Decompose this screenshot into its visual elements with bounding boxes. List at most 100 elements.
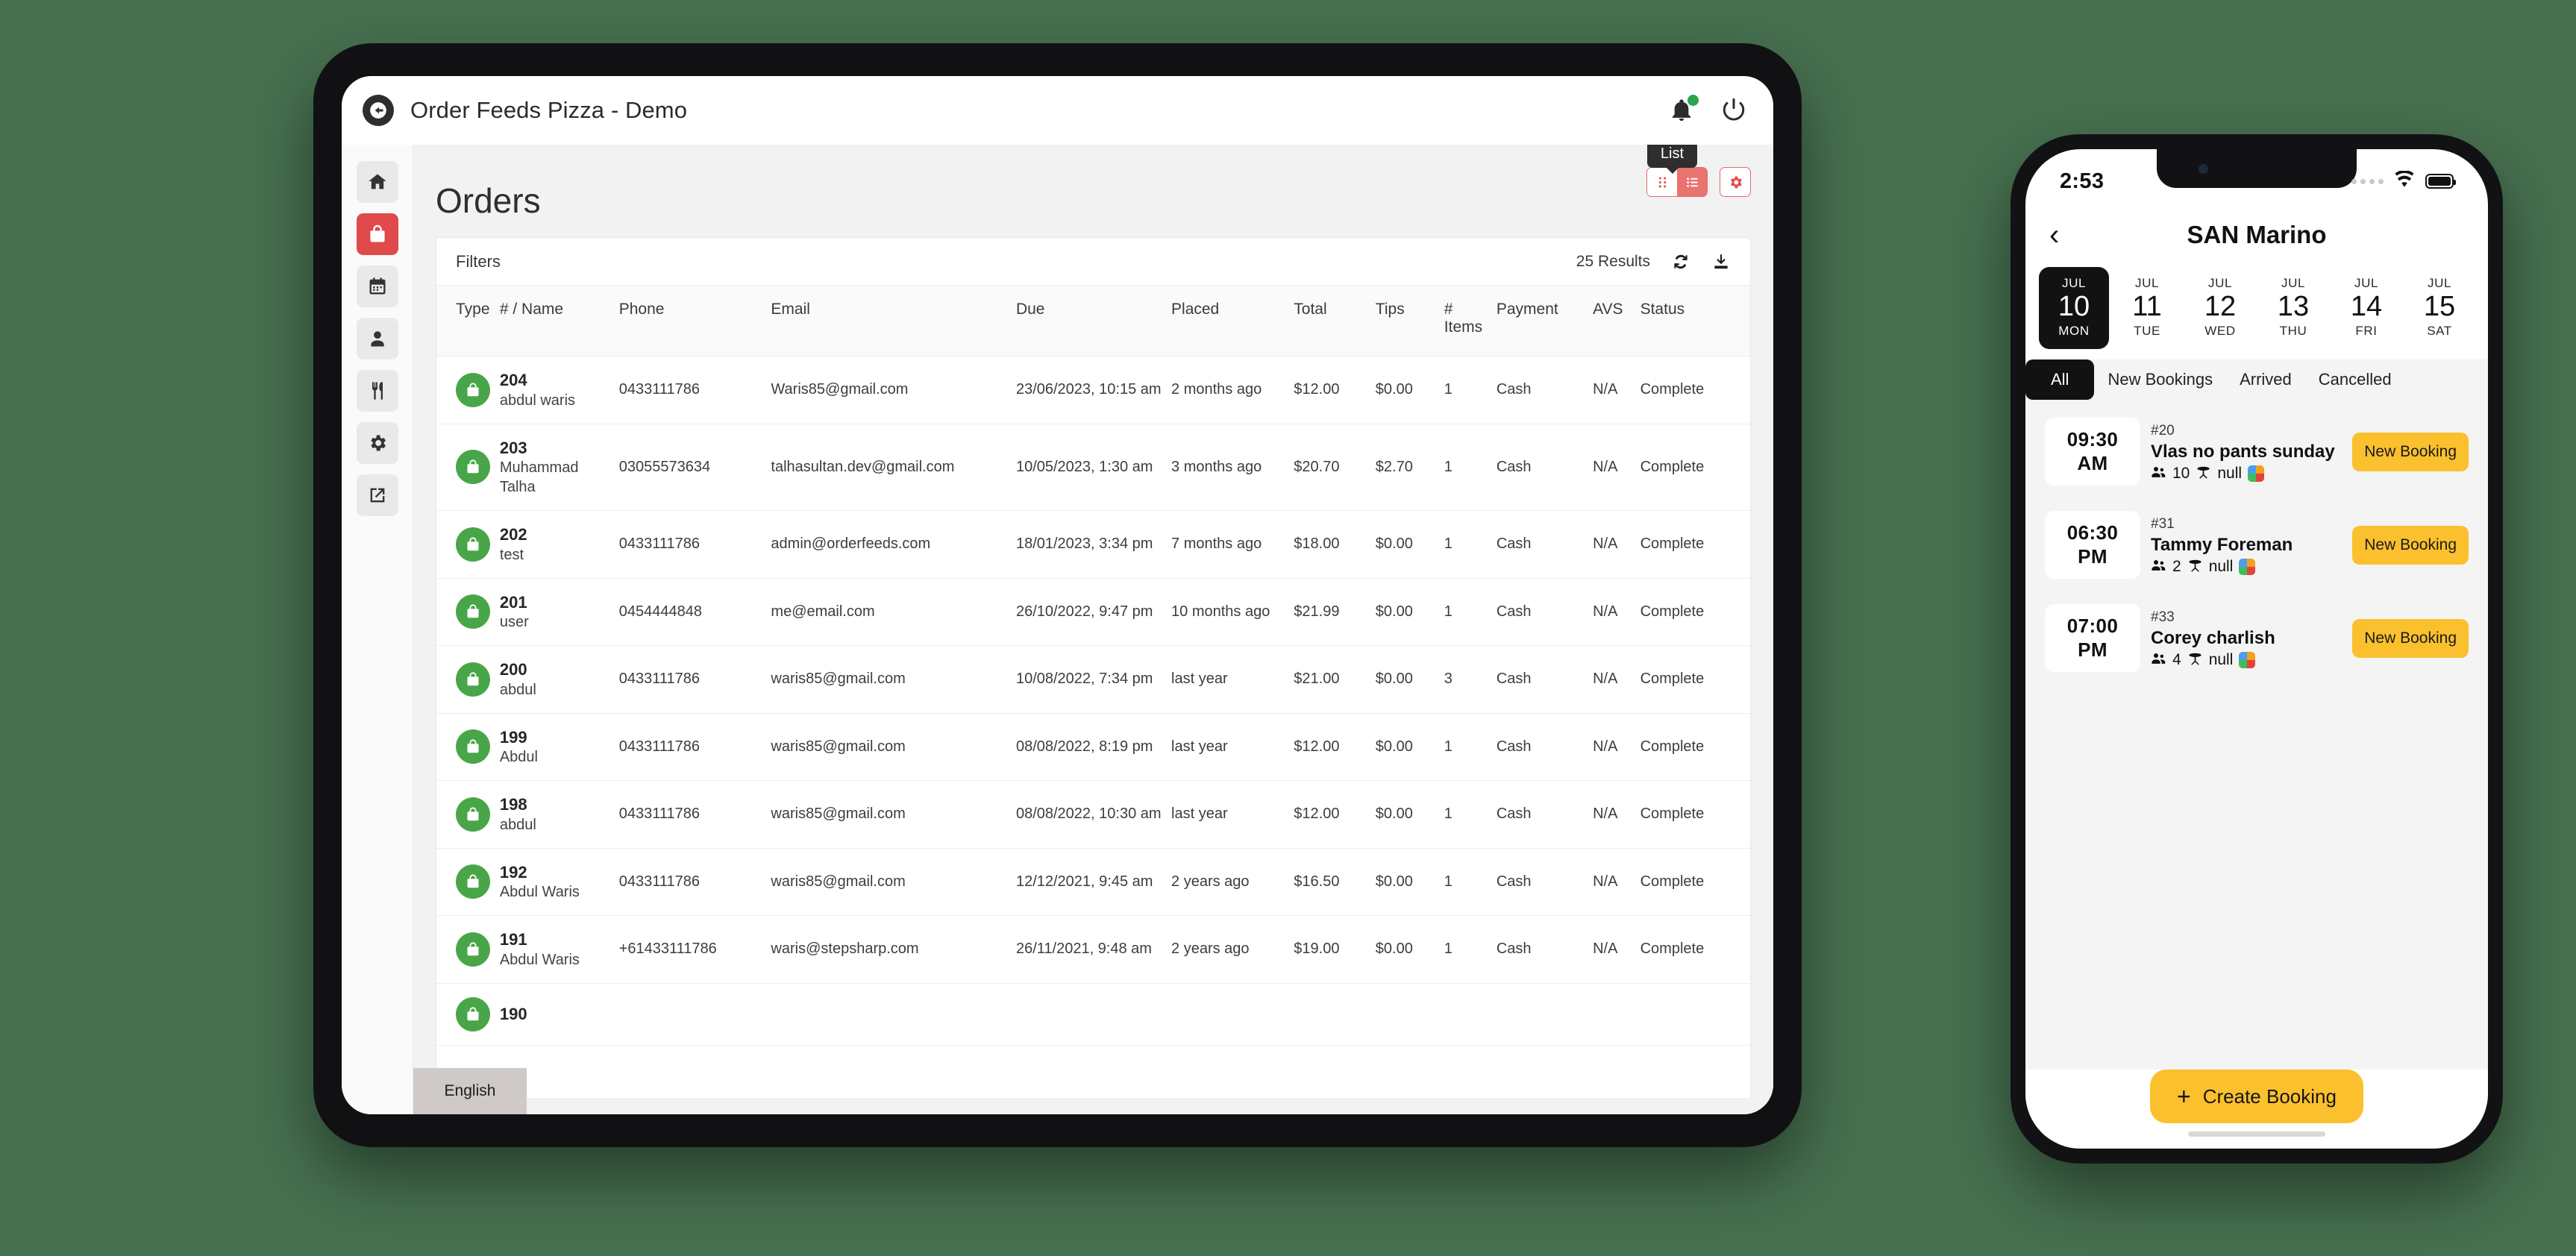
cell-placed: last year bbox=[1167, 645, 1290, 714]
booking-number: #31 bbox=[2151, 516, 2175, 533]
date-day: 13 bbox=[2277, 291, 2310, 323]
date-chip-14[interactable]: JUL 14 FRI bbox=[2331, 267, 2401, 349]
booking-status-button[interactable]: New Booking bbox=[2352, 432, 2469, 471]
date-month: JUL bbox=[2281, 276, 2306, 291]
date-chip-10[interactable]: JUL 10 MON bbox=[2039, 267, 2109, 349]
sidebar-item-customers[interactable] bbox=[356, 318, 398, 359]
sidebar-item-home[interactable] bbox=[356, 161, 398, 203]
column-name[interactable]: # / Name bbox=[495, 286, 615, 357]
cell-payment bbox=[1491, 983, 1589, 1046]
cell-status: Complete bbox=[1635, 780, 1750, 849]
cell-items: 1 bbox=[1439, 848, 1492, 916]
app-grid-icon bbox=[2239, 559, 2256, 576]
table-row[interactable]: 204 abdul waris 0433111786 Waris85@gmail.co… bbox=[436, 356, 1750, 424]
booking-status-button[interactable]: New Booking bbox=[2352, 618, 2469, 658]
bag-icon bbox=[456, 527, 490, 562]
tab-all[interactable]: All bbox=[2025, 359, 2095, 400]
tab-cancelled[interactable]: Cancelled bbox=[2305, 359, 2405, 400]
booking-time: 06:30 PM bbox=[2045, 511, 2140, 579]
booking-guest-name: Vlas no pants sunday bbox=[2151, 442, 2335, 462]
tab-arrived[interactable]: Arrived bbox=[2226, 359, 2305, 400]
panel-toolbar: Filters 25 Results bbox=[436, 238, 1750, 286]
table-row[interactable]: 199 Abdul 0433111786 waris85@gmail.com 08/08… bbox=[436, 713, 1750, 781]
table-row[interactable]: 192 Abdul Waris 0433111786 waris85@gmail.co… bbox=[436, 848, 1750, 916]
booking-card[interactable]: 07:00 PM #33 Corey charlish 4 null New Booking bbox=[2037, 597, 2476, 679]
table-row[interactable]: 198 abdul 0433111786 waris85@gmail.com 08/08… bbox=[436, 780, 1750, 849]
table-row[interactable]: 202 test 0433111786 admin@orderfeeds.com 18/… bbox=[436, 510, 1750, 579]
column-total[interactable]: Total bbox=[1289, 286, 1371, 357]
bag-icon bbox=[456, 864, 490, 899]
booking-details: #33 Corey charlish 4 null bbox=[2151, 604, 2342, 672]
cell-total: $19.00 bbox=[1289, 915, 1371, 984]
filters-button[interactable]: Filters bbox=[456, 252, 501, 271]
cell-status: Complete bbox=[1635, 713, 1750, 781]
table-row[interactable]: 190 bbox=[436, 983, 1750, 1046]
booking-meta: 4 null bbox=[2151, 651, 2342, 670]
date-day: 14 bbox=[2350, 291, 2383, 323]
bag-icon bbox=[456, 797, 490, 832]
bag-icon bbox=[456, 594, 490, 629]
sidebar-item-orders[interactable] bbox=[356, 213, 398, 255]
notification-bell-icon[interactable] bbox=[1669, 95, 1699, 125]
cell-type bbox=[436, 713, 495, 781]
table-settings-gear-icon[interactable] bbox=[1720, 167, 1751, 197]
download-icon[interactable] bbox=[1711, 252, 1731, 271]
create-booking-button[interactable]: + Create Booking bbox=[2150, 1070, 2363, 1123]
booking-details: #31 Tammy Foreman 2 null bbox=[2151, 511, 2342, 579]
cell-due: 08/08/2022, 8:19 pm bbox=[1011, 713, 1168, 781]
date-chip-11[interactable]: JUL 11 TUE bbox=[2112, 267, 2182, 349]
booking-card[interactable]: 06:30 PM #31 Tammy Foreman 2 null New Booking bbox=[2037, 503, 2476, 586]
list-view-icon[interactable] bbox=[1677, 168, 1707, 196]
table-row[interactable]: 200 abdul 0433111786 waris85@gmail.com 10/08… bbox=[436, 645, 1750, 714]
sidebar-item-settings[interactable] bbox=[356, 422, 398, 464]
table-row[interactable]: 201 user 0454444848 me@email.com 26/10/2022,… bbox=[436, 578, 1750, 646]
table-row[interactable]: 191 Abdul Waris +61433111786 waris@stepshar… bbox=[436, 915, 1750, 984]
power-icon[interactable] bbox=[1721, 96, 1746, 125]
booking-card[interactable]: 09:30 AM #20 Vlas no pants sunday 10 null New … bbox=[2037, 410, 2476, 493]
panel-toolbar-right: 25 Results bbox=[1576, 252, 1731, 271]
column-placed[interactable]: Placed bbox=[1167, 286, 1290, 357]
tablet-topbar: Order Feeds Pizza - Demo bbox=[342, 76, 1773, 145]
column-status[interactable]: Status bbox=[1635, 286, 1750, 357]
column-tips[interactable]: Tips bbox=[1370, 286, 1440, 357]
date-chip-15[interactable]: JUL 15 SAT bbox=[2404, 267, 2475, 349]
cell-due: 08/08/2022, 10:30 am bbox=[1011, 780, 1168, 849]
booking-status-button[interactable]: New Booking bbox=[2352, 525, 2469, 565]
sidebar-item-menu[interactable] bbox=[356, 370, 398, 412]
cell-phone: 03055573634 bbox=[614, 424, 767, 511]
cell-total: $12.00 bbox=[1289, 780, 1371, 849]
column-type[interactable]: Type bbox=[436, 286, 495, 357]
phone-statusbar: 2:53 bbox=[2025, 149, 2488, 203]
refresh-icon[interactable] bbox=[1671, 252, 1690, 271]
back-arrow-circle-icon[interactable] bbox=[363, 95, 394, 126]
language-tooltip[interactable]: English bbox=[413, 1068, 527, 1114]
date-month: JUL bbox=[2061, 276, 2087, 291]
booking-time-hhmm: 06:30 bbox=[2066, 521, 2119, 544]
home-indicator[interactable] bbox=[2188, 1131, 2325, 1137]
sidebar-nav bbox=[342, 145, 413, 1114]
table-row[interactable]: 203 Muhammad Talha 03055573634 talhasultan.… bbox=[436, 424, 1750, 511]
column-phone[interactable]: Phone bbox=[614, 286, 767, 357]
phone-screen: 2:53 ‹ SAN Marino JUL 10 MON JUL 11 TUE JUL 12 W… bbox=[2025, 149, 2488, 1149]
column-due[interactable]: Due bbox=[1011, 286, 1168, 357]
booking-guest-count: 2 bbox=[2172, 558, 2181, 576]
date-chip-12[interactable]: JUL 12 WED bbox=[2185, 267, 2255, 349]
order-customer-name: Abdul Waris bbox=[499, 884, 580, 900]
sidebar-item-open-external[interactable] bbox=[356, 474, 398, 516]
table-icon bbox=[2187, 651, 2203, 670]
list-tooltip: List bbox=[1646, 145, 1697, 174]
chevron-left-icon[interactable]: ‹ bbox=[2049, 220, 2079, 250]
cell-items: 1 bbox=[1439, 780, 1492, 849]
tab-new-bookings[interactable]: New Bookings bbox=[2094, 359, 2226, 400]
column-avs[interactable]: AVS bbox=[1588, 286, 1636, 357]
booking-details: #20 Vlas no pants sunday 10 null bbox=[2151, 418, 2342, 486]
cell-name: 199 Abdul bbox=[495, 713, 615, 781]
column-email[interactable]: Email bbox=[766, 286, 1012, 357]
column-items[interactable]: # Items bbox=[1439, 286, 1492, 357]
cell-phone: 0433111786 bbox=[614, 645, 767, 714]
column-payment[interactable]: Payment bbox=[1491, 286, 1589, 357]
cell-email: waris85@gmail.com bbox=[766, 780, 1012, 849]
cell-items: 1 bbox=[1439, 356, 1492, 424]
date-chip-13[interactable]: JUL 13 THU bbox=[2258, 267, 2328, 349]
sidebar-item-bookings[interactable] bbox=[356, 266, 398, 307]
